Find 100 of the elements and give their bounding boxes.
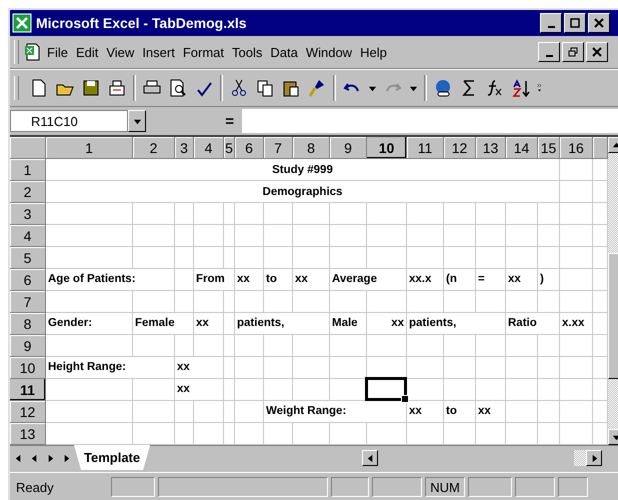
grid-cell[interactable] bbox=[330, 225, 367, 247]
grid-cell[interactable] bbox=[506, 401, 538, 423]
grid-cell[interactable] bbox=[538, 247, 560, 269]
grid-cell[interactable] bbox=[264, 357, 293, 379]
grid-cell[interactable]: = bbox=[476, 269, 506, 291]
grid-cell[interactable] bbox=[330, 203, 367, 225]
format-painter-icon[interactable] bbox=[307, 78, 327, 98]
grid-cell[interactable] bbox=[224, 423, 235, 445]
grid-cell[interactable] bbox=[407, 291, 444, 313]
grid-cell[interactable] bbox=[506, 291, 538, 313]
grid-cell[interactable] bbox=[444, 379, 476, 401]
column-header[interactable]: 9 bbox=[330, 137, 367, 159]
copy-icon[interactable] bbox=[255, 78, 275, 98]
grid-cell[interactable] bbox=[444, 423, 476, 445]
grid-cell[interactable] bbox=[506, 247, 538, 269]
grid-cell[interactable]: xx bbox=[194, 313, 224, 335]
grid-cell[interactable] bbox=[264, 291, 293, 313]
grid-cell[interactable] bbox=[293, 247, 330, 269]
scroll-left-button[interactable] bbox=[362, 450, 378, 466]
grid-cell[interactable]: to bbox=[264, 269, 293, 291]
edit-formula-button[interactable]: = bbox=[146, 112, 242, 130]
column-header[interactable]: 10 bbox=[367, 137, 407, 159]
grid-cell[interactable] bbox=[476, 225, 506, 247]
grid-cell[interactable] bbox=[367, 247, 407, 269]
grid-cell[interactable] bbox=[175, 247, 194, 269]
grid-cell[interactable]: Female bbox=[133, 313, 194, 335]
grid-cell[interactable]: xx bbox=[175, 379, 224, 401]
grid-cell[interactable] bbox=[194, 203, 224, 225]
grid-cell[interactable] bbox=[264, 423, 293, 445]
menu-item[interactable]: Edit bbox=[72, 42, 102, 62]
column-header[interactable]: 7 bbox=[264, 137, 293, 159]
grid-cell[interactable] bbox=[330, 423, 367, 445]
select-all-corner[interactable] bbox=[10, 137, 46, 159]
grid-cell[interactable] bbox=[46, 379, 133, 401]
grid-cell[interactable] bbox=[293, 225, 330, 247]
grid-cell[interactable] bbox=[46, 291, 133, 313]
grid-cell[interactable] bbox=[444, 357, 476, 379]
grid-cell[interactable] bbox=[367, 423, 407, 445]
grid-cell[interactable] bbox=[444, 225, 476, 247]
grid-cell[interactable] bbox=[224, 379, 235, 401]
grid-cell[interactable] bbox=[476, 291, 506, 313]
name-box[interactable]: R11C10 bbox=[10, 110, 128, 132]
grid-cell[interactable]: Weight Range: bbox=[264, 401, 407, 423]
grid-cell[interactable] bbox=[476, 203, 506, 225]
grid-cell[interactable] bbox=[194, 225, 224, 247]
grid-cell[interactable] bbox=[407, 247, 444, 269]
grid-cell[interactable] bbox=[293, 203, 330, 225]
grid-cell[interactable] bbox=[506, 203, 538, 225]
grid-cell[interactable]: xx.x bbox=[407, 269, 444, 291]
grid-cell[interactable] bbox=[538, 203, 560, 225]
grid-cell[interactable]: Ratio bbox=[506, 313, 560, 335]
column-header[interactable]: 1 bbox=[46, 137, 133, 159]
row-header[interactable]: 9 bbox=[10, 335, 46, 357]
grid-cell[interactable] bbox=[538, 225, 560, 247]
sheet-tab[interactable]: Template bbox=[74, 445, 150, 470]
row-header[interactable]: 6 bbox=[10, 269, 46, 291]
grid-cell[interactable] bbox=[444, 291, 476, 313]
grid-cell[interactable] bbox=[133, 247, 175, 269]
print-preview-icon[interactable] bbox=[168, 78, 188, 98]
grid-cell[interactable] bbox=[133, 291, 175, 313]
save-icon[interactable] bbox=[81, 78, 101, 98]
grid-cell[interactable] bbox=[407, 225, 444, 247]
grid-cell[interactable] bbox=[407, 379, 444, 401]
row-header[interactable]: 13 bbox=[10, 423, 46, 445]
grid-cell[interactable] bbox=[175, 269, 194, 291]
grid-cell[interactable]: Male bbox=[330, 313, 367, 335]
grid-cell[interactable]: Age of Patients: bbox=[46, 269, 175, 291]
grid-cell[interactable] bbox=[560, 357, 593, 379]
grid-cell[interactable] bbox=[538, 379, 560, 401]
grid-cell[interactable]: xx bbox=[476, 401, 506, 423]
grid-cell[interactable] bbox=[235, 225, 264, 247]
grid-cell[interactable] bbox=[407, 357, 444, 379]
grid-cell[interactable] bbox=[538, 291, 560, 313]
grid-cell[interactable]: Gender: bbox=[46, 313, 133, 335]
grid-cell[interactable] bbox=[330, 247, 367, 269]
menu-item[interactable]: Help bbox=[356, 42, 391, 62]
grid-cell[interactable] bbox=[293, 423, 330, 445]
grid-cell[interactable] bbox=[264, 247, 293, 269]
grid-cell[interactable] bbox=[175, 203, 194, 225]
grid-cell[interactable] bbox=[407, 335, 444, 357]
row-header[interactable]: 2 bbox=[10, 181, 46, 203]
grid-cell[interactable] bbox=[264, 225, 293, 247]
grid-cell[interactable]: xx bbox=[367, 313, 407, 335]
grid-cell[interactable] bbox=[293, 291, 330, 313]
grid-cell[interactable] bbox=[235, 401, 264, 423]
grid-cell[interactable] bbox=[235, 247, 264, 269]
grid-cell[interactable] bbox=[175, 225, 194, 247]
grid-cell[interactable] bbox=[330, 357, 367, 379]
grid-cell[interactable]: patients, bbox=[235, 313, 330, 335]
grid-cell[interactable] bbox=[235, 423, 264, 445]
grid-cell[interactable] bbox=[560, 291, 593, 313]
grid-cell[interactable] bbox=[560, 181, 593, 203]
grid-cell[interactable] bbox=[194, 335, 224, 357]
globe-icon[interactable] bbox=[433, 78, 453, 98]
column-header[interactable]: 6 bbox=[235, 137, 264, 159]
grid-cell[interactable] bbox=[367, 203, 407, 225]
column-header[interactable]: 12 bbox=[444, 137, 476, 159]
scroll-right-button[interactable] bbox=[586, 450, 602, 466]
menu-item[interactable]: Insert bbox=[138, 42, 179, 62]
grid-cell[interactable]: ) bbox=[538, 269, 560, 291]
